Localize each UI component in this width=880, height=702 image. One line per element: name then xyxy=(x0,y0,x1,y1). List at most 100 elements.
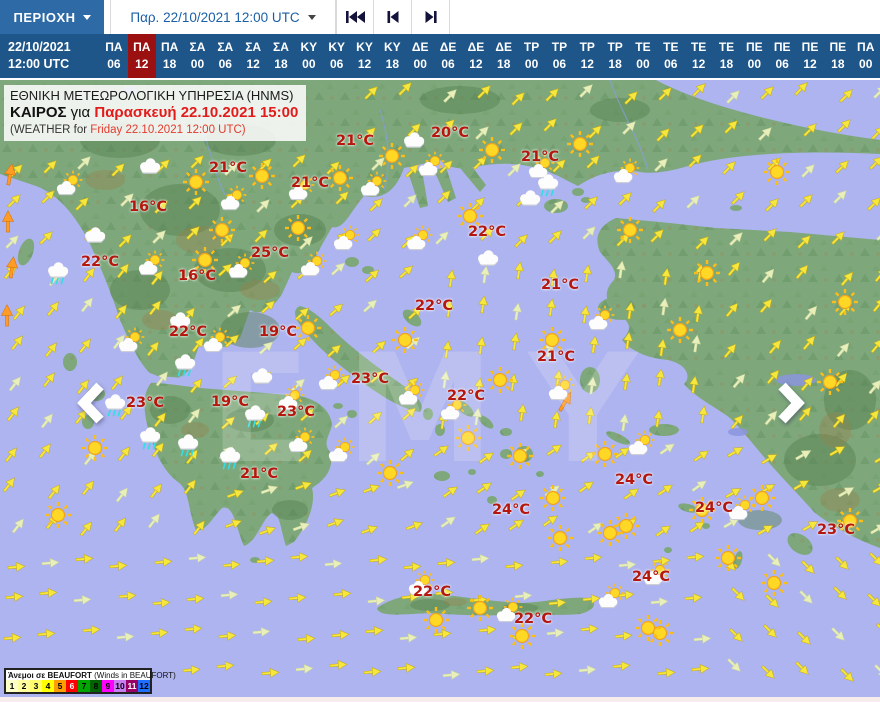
timeline-cell[interactable]: ΠΕ 00 xyxy=(740,34,768,78)
sun-icon xyxy=(692,258,722,288)
beaufort-scale-step: 2 xyxy=(18,680,30,692)
timeline-cell-hour: 06 xyxy=(552,57,567,71)
timeline-cell-hour: 12 xyxy=(803,57,817,71)
temperature-label: 23°C xyxy=(816,522,856,538)
skip-to-start-button[interactable] xyxy=(336,0,374,34)
temperature-label: 22°C xyxy=(446,388,486,404)
timeline-cell[interactable]: ΤΕ 12 xyxy=(685,34,713,78)
sun-icon xyxy=(485,365,515,395)
timeline-cell[interactable]: ΠΑ 18 xyxy=(156,34,184,78)
timeline-cell-day: ΔΕ xyxy=(495,40,513,54)
timeline-datetime-label: 22/10/2021 12:00 UTC xyxy=(0,34,100,78)
timeline-time: 12:00 UTC xyxy=(8,57,70,71)
timeline-cell-hour: 06 xyxy=(441,57,455,71)
sun-icon xyxy=(590,439,620,469)
beaufort-scale-step: 11 xyxy=(126,680,138,692)
timeline-cell[interactable]: ΤΕ 00 xyxy=(629,34,657,78)
timeline-cell[interactable]: ΔΕ 12 xyxy=(462,34,490,78)
timeline-cell-day: ΤΡ xyxy=(523,40,540,54)
timeline-cell[interactable]: ΚΥ 06 xyxy=(323,34,351,78)
sun-icon xyxy=(390,325,420,355)
timeline-cell[interactable]: ΤΡ 12 xyxy=(573,34,601,78)
timeline-cell[interactable]: ΤΡ 00 xyxy=(518,34,546,78)
timeline-cell[interactable]: ΠΕ 12 xyxy=(796,34,824,78)
next-region-chevron[interactable] xyxy=(772,380,808,426)
timeline-cell-day: ΠΕ xyxy=(773,40,791,54)
sun-icon xyxy=(377,141,407,171)
timeline-cell-hour: 00 xyxy=(413,57,427,71)
step-back-icon xyxy=(387,11,398,23)
timeline-cell[interactable]: ΣΑ 18 xyxy=(267,34,295,78)
timeline-cell-hour: 12 xyxy=(469,57,483,71)
beaufort-scale-step: 7 xyxy=(78,680,90,692)
temperature-label: 21°C xyxy=(239,466,279,482)
timeline-cell[interactable]: ΠΑ 00 xyxy=(852,34,880,78)
temperature-label: 20°C xyxy=(430,125,470,141)
temperature-label: 22°C xyxy=(412,584,452,600)
temperature-label: 23°C xyxy=(350,371,390,387)
sun-icon xyxy=(505,441,535,471)
step-back-button[interactable] xyxy=(374,0,412,34)
chevron-left-icon xyxy=(77,382,104,424)
timeline-cell-day: ΠΕ xyxy=(829,40,847,54)
timeline-cell[interactable]: ΠΑ 12 xyxy=(127,34,156,78)
beaufort-scale-step: 8 xyxy=(90,680,102,692)
timeline-cell[interactable]: ΣΑ 06 xyxy=(211,34,239,78)
region-dropdown-label: ΠΕΡΙΟΧΗ xyxy=(13,9,76,25)
timeline-cell-hour: 18 xyxy=(719,57,734,71)
toolbar: ΠΕΡΙΟΧΗ Παρ. 22/10/2021 12:00 UTC xyxy=(0,0,880,34)
beaufort-scale: 1 2 3 4 5 6 7 8 9 10 11 12 xyxy=(6,680,150,692)
timeline-cell-day: ΠΕ xyxy=(801,40,819,54)
timeline-cell[interactable]: ΚΥ 00 xyxy=(295,34,323,78)
timeline-cell-hour: 18 xyxy=(162,57,177,71)
timeline-cell[interactable]: ΚΥ 12 xyxy=(351,34,379,78)
timeline-cell[interactable]: ΔΕ 18 xyxy=(490,34,518,78)
sun-icon xyxy=(565,129,595,159)
timeline-cell[interactable]: ΤΕ 06 xyxy=(657,34,685,78)
beaufort-scale-step: 5 xyxy=(54,680,66,692)
timeline-cell-hour: 00 xyxy=(302,57,316,71)
sun-icon xyxy=(615,215,645,245)
sun-icon xyxy=(375,458,405,488)
sun-icon xyxy=(421,605,451,635)
timeline-cell-day: ΣΑ xyxy=(217,40,234,54)
timeline-cell[interactable]: ΤΡ 18 xyxy=(601,34,629,78)
timeline-cell-day: ΚΥ xyxy=(300,40,318,54)
timeline-cell-hour: 12 xyxy=(691,57,706,71)
temperature-label: 19°C xyxy=(258,324,298,340)
timeline-cell[interactable]: ΠΕ 06 xyxy=(768,34,796,78)
page-bottom-strip xyxy=(0,697,880,702)
map-header-agency: ΕΘΝΙΚΗ ΜΕΤΕΩΡΟΛΟΓΙΚΗ ΥΠΗΡΕΣΙΑ (HNMS) xyxy=(10,88,294,103)
temperature-label: 22°C xyxy=(80,254,120,270)
timeline-cell-day: ΠΕ xyxy=(745,40,763,54)
timeline-cell-day: ΚΥ xyxy=(356,40,373,54)
timeline-cell[interactable]: ΠΕ 18 xyxy=(824,34,852,78)
timeline-cell-hour: 06 xyxy=(329,57,344,71)
sun-icon xyxy=(815,367,845,397)
timeline-cell-day: ΚΥ xyxy=(328,40,345,54)
datetime-dropdown-button[interactable]: Παρ. 22/10/2021 12:00 UTC xyxy=(110,0,336,34)
timeline-cell[interactable]: ΚΥ 18 xyxy=(378,34,406,78)
beaufort-scale-step: 12 xyxy=(138,680,150,692)
temperature-label: 21°C xyxy=(536,349,576,365)
timeline-cell[interactable]: ΔΕ 00 xyxy=(406,34,434,78)
previous-region-chevron[interactable] xyxy=(74,380,110,426)
timeline-date: 22/10/2021 xyxy=(8,40,71,54)
timeline-cell-hour: 00 xyxy=(747,57,761,71)
sun-icon xyxy=(538,483,568,513)
timeline-cell[interactable]: ΣΑ 00 xyxy=(184,34,212,78)
step-forward-button[interactable] xyxy=(412,0,450,34)
sun-icon xyxy=(453,423,483,453)
timeline-cell[interactable]: ΤΕ 18 xyxy=(713,34,741,78)
timeline-cell-day: ΣΑ xyxy=(245,40,262,54)
timeline-cell[interactable]: ΣΑ 12 xyxy=(239,34,267,78)
beaufort-legend-title: Άνεμοι σε BEAUFORT (Winds in BEAUFORT) xyxy=(8,671,176,680)
timeline-cell[interactable]: ΤΡ 06 xyxy=(546,34,574,78)
timeline-cell-hour: 12 xyxy=(135,57,149,71)
timeline-cell-hour: 18 xyxy=(497,57,511,71)
region-dropdown-button[interactable]: ΠΕΡΙΟΧΗ xyxy=(0,0,104,34)
beaufort-scale-step: 1 xyxy=(6,680,18,692)
timeline-cell[interactable]: ΔΕ 06 xyxy=(434,34,462,78)
beaufort-scale-step: 10 xyxy=(114,680,126,692)
timeline-cell[interactable]: ΠΑ 06 xyxy=(100,34,128,78)
